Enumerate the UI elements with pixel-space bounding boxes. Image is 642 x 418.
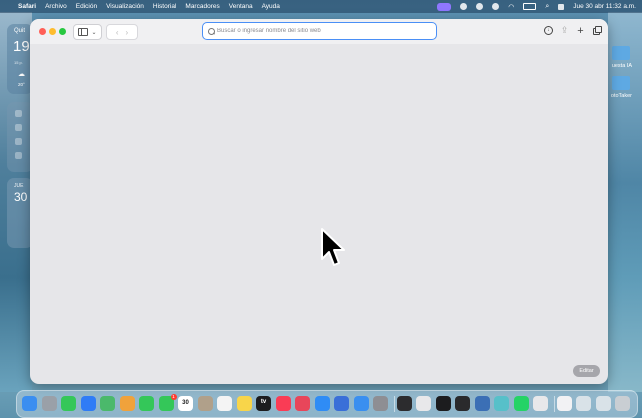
dock-app-terminal-icon[interactable]	[455, 396, 470, 411]
download-icon: ↓	[544, 26, 553, 35]
status-icon-1[interactable]	[460, 3, 468, 10]
safari-toolbar: ⌄ ‹ › ↓ ⇪ +	[30, 19, 608, 44]
dock-app-label: tv	[260, 399, 267, 405]
status-area: ◠ ⌕ Jue 30 abr 11:32 a.m.	[437, 0, 636, 13]
dock-separator	[393, 396, 395, 412]
dock-app-whatsapp-icon[interactable]	[513, 396, 529, 411]
desktop-item-label[interactable]: otoTaker	[611, 93, 632, 99]
dock-app-label: 30	[182, 400, 189, 406]
wifi-icon[interactable]: ◠	[508, 3, 514, 11]
address-input[interactable]	[217, 28, 427, 34]
chevron-down-icon: ⌄	[91, 29, 97, 36]
weather-detail: 15 p.	[14, 60, 23, 65]
dock-app-messages-icon[interactable]	[61, 396, 76, 411]
cloud-icon: ☁	[18, 71, 25, 78]
desktop-wallpaper-right	[608, 12, 642, 392]
clock[interactable]: Jue 30 abr 11:32 a.m.	[573, 3, 636, 10]
dock-app-facetime-icon[interactable]	[139, 396, 154, 411]
navigation-buttons: ‹ ›	[106, 24, 138, 40]
search-icon	[208, 27, 215, 35]
menu-visualizacion[interactable]: Visualización	[106, 3, 144, 10]
dock-app-calendar-icon[interactable]: 30	[178, 396, 193, 411]
tab-overview-button[interactable]	[591, 25, 602, 36]
widget-tile-icon	[15, 152, 22, 159]
menu-ayuda[interactable]: Ayuda	[262, 3, 280, 10]
dock: 1 30 tv	[16, 390, 638, 418]
status-icon-3[interactable]	[492, 3, 500, 10]
menu-historial[interactable]: Historial	[153, 3, 176, 10]
battery-icon[interactable]	[523, 3, 537, 10]
dock-app-launchpad-icon[interactable]	[41, 396, 57, 411]
weather-temp: 19	[13, 38, 30, 55]
dock-app-safari-icon[interactable]	[353, 396, 369, 411]
dock-app-rocket-icon[interactable]	[295, 396, 310, 411]
sidebar-toggle-button[interactable]: ⌄	[73, 24, 102, 40]
dock-app-phone-icon[interactable]: 1	[158, 394, 177, 411]
dock-app-maps-icon[interactable]	[100, 396, 115, 411]
dock-app-trash-icon[interactable]	[615, 396, 630, 411]
dock-app-grid-icon[interactable]	[416, 396, 431, 411]
zoom-window-button[interactable]	[59, 28, 66, 35]
dock-app-copilot-icon[interactable]	[494, 396, 509, 411]
dock-app-pages-icon[interactable]	[334, 396, 349, 411]
folder-icon[interactable]	[612, 76, 630, 90]
dock-app-bluetooth-icon[interactable]	[533, 396, 548, 411]
weather-city: Quit	[14, 28, 26, 34]
tabs-icon	[595, 26, 602, 33]
control-center-icon[interactable]	[558, 3, 565, 10]
menu-app-name[interactable]: Safari	[18, 3, 36, 10]
dock-separator	[553, 396, 555, 412]
status-icon-2[interactable]	[476, 3, 484, 10]
dock-app-activity-monitor-icon[interactable]	[396, 396, 412, 411]
widget-tile-icon	[15, 138, 22, 145]
calendar-weekday: JUE	[14, 183, 24, 189]
dock-app-ollama-icon[interactable]	[474, 396, 490, 411]
dock-app-photos-icon[interactable]	[119, 396, 135, 411]
sidebar-icon	[78, 28, 89, 36]
calendar-date: 30	[14, 190, 28, 204]
menu-archivo[interactable]: Archivo	[45, 3, 67, 10]
folder-icon[interactable]	[612, 46, 630, 60]
dock-app-cursor-icon[interactable]	[435, 396, 451, 411]
widget-tile-icon	[15, 110, 22, 117]
dock-app-system-settings-icon[interactable]	[373, 396, 388, 411]
share-button[interactable]: ⇪	[559, 25, 570, 36]
dock-app-mail-icon[interactable]	[80, 396, 96, 411]
notification-badge: 1	[170, 394, 177, 400]
dock-app-tv-icon[interactable]: tv	[256, 396, 271, 411]
dock-app-reminders-icon[interactable]	[217, 396, 232, 411]
desktop-item-label[interactable]: uesta IA	[612, 63, 632, 69]
forward-button[interactable]: ›	[126, 28, 129, 37]
menu-ventana[interactable]: Ventana	[229, 3, 253, 10]
address-bar[interactable]	[202, 22, 437, 40]
back-button[interactable]: ‹	[116, 28, 119, 37]
safari-window: ⌄ ‹ › ↓ ⇪ + Editar	[30, 19, 608, 384]
weather-hour-temp: 20°	[18, 82, 25, 87]
dock-app-finder-icon[interactable]	[22, 396, 37, 411]
mouse-pointer-icon	[321, 228, 345, 266]
dock-app-notes-icon[interactable]	[236, 396, 252, 411]
close-window-button[interactable]	[39, 28, 46, 35]
dock-app-app-store-icon[interactable]	[314, 396, 330, 411]
minimize-window-button[interactable]	[49, 28, 56, 35]
downloads-button[interactable]: ↓	[543, 25, 554, 36]
new-tab-button[interactable]: +	[575, 25, 586, 37]
widget-tile-icon	[15, 124, 22, 131]
menu-bar: Safari Archivo Edición Visualización His…	[0, 0, 642, 13]
search-icon[interactable]: ⌕	[545, 3, 549, 11]
dock-app-document-icon[interactable]	[556, 396, 572, 411]
menu-edicion[interactable]: Edición	[76, 3, 97, 10]
edit-start-page-button[interactable]: Editar	[573, 365, 600, 377]
dock-app-contacts-icon[interactable]	[197, 396, 213, 411]
screen-recording-icon[interactable]	[437, 2, 452, 11]
dock-app-window-2-icon[interactable]	[595, 396, 611, 411]
dock-app-music-icon[interactable]	[275, 396, 291, 411]
dock-app-window-icon[interactable]	[576, 396, 591, 411]
menu-marcadores[interactable]: Marcadores	[185, 3, 219, 10]
